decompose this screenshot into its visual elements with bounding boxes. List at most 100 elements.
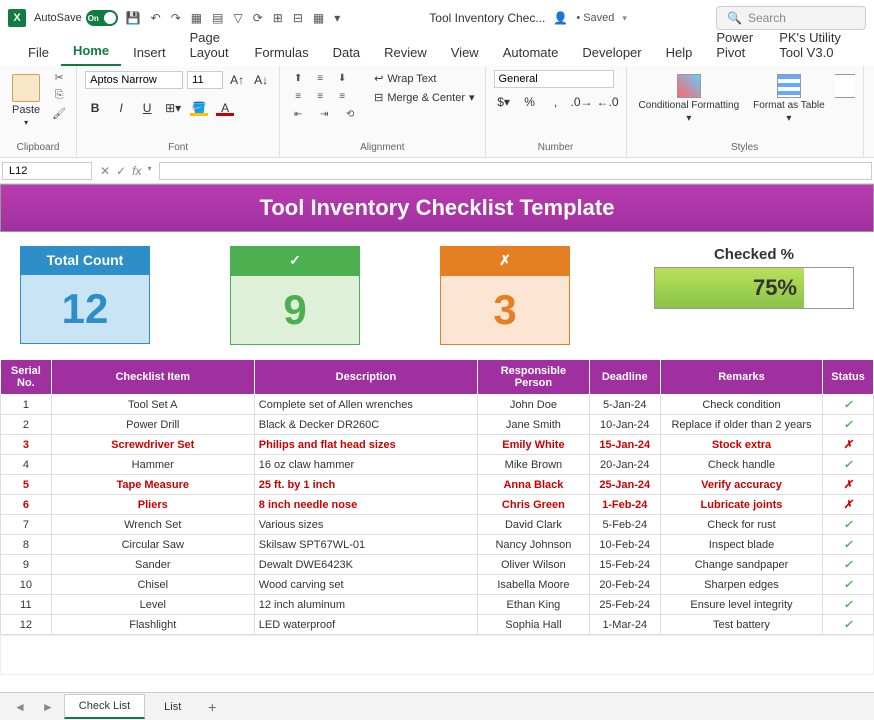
cell-desc[interactable]: Skilsaw SPT67WL-01 xyxy=(254,535,477,555)
cell-serial[interactable]: 8 xyxy=(1,535,52,555)
cell-styles-button[interactable] xyxy=(835,70,855,102)
toggle-switch[interactable]: On xyxy=(86,10,118,26)
tab-view[interactable]: View xyxy=(439,39,491,66)
cell-person[interactable]: David Clark xyxy=(478,515,590,535)
tab-home[interactable]: Home xyxy=(61,37,121,66)
align-bottom-icon[interactable]: ⬇ xyxy=(332,70,352,86)
cell-status[interactable]: ✓ xyxy=(823,415,874,435)
chevron-down-icon[interactable]: ▾ xyxy=(622,13,627,24)
cell-item[interactable]: Level xyxy=(51,595,254,615)
cell-item[interactable]: Hammer xyxy=(51,455,254,475)
font-color-button[interactable]: A xyxy=(215,98,235,118)
tab-developer[interactable]: Developer xyxy=(570,39,653,66)
cell-item[interactable]: Power Drill xyxy=(51,415,254,435)
cell-status[interactable]: ✓ xyxy=(823,455,874,475)
cell-desc[interactable]: LED waterproof xyxy=(254,615,477,635)
tab-automate[interactable]: Automate xyxy=(491,39,571,66)
cell-person[interactable]: Sophia Hall xyxy=(478,615,590,635)
cell-person[interactable]: Isabella Moore xyxy=(478,575,590,595)
cell-status[interactable]: ✓ xyxy=(823,535,874,555)
indent-icon[interactable]: ⇥ xyxy=(314,106,334,122)
tab-power-pivot[interactable]: Power Pivot xyxy=(704,24,767,66)
worksheet[interactable]: Tool Inventory Checklist Template Total … xyxy=(0,184,874,675)
cell-desc[interactable]: 16 oz claw hammer xyxy=(254,455,477,475)
table-row[interactable]: 2Power DrillBlack & Decker DR260CJane Sm… xyxy=(1,415,874,435)
qat-icon[interactable]: ▾ xyxy=(334,11,340,25)
align-center-icon[interactable]: ≡ xyxy=(310,88,330,104)
table-row[interactable]: 8Circular SawSkilsaw SPT67WL-01Nancy Joh… xyxy=(1,535,874,555)
cell-person[interactable]: Nancy Johnson xyxy=(478,535,590,555)
add-sheet-button[interactable]: + xyxy=(200,695,224,719)
cell-desc[interactable]: Dewalt DWE6423K xyxy=(254,555,477,575)
cell-desc[interactable]: 8 inch needle nose xyxy=(254,495,477,515)
cell-deadline[interactable]: 25-Jan-24 xyxy=(589,475,660,495)
font-name-select[interactable] xyxy=(85,71,183,89)
cell-item[interactable]: Pliers xyxy=(51,495,254,515)
cell-remarks[interactable]: Sharpen edges xyxy=(660,575,822,595)
cell-remarks[interactable]: Verify accuracy xyxy=(660,475,822,495)
paste-button[interactable]: Paste ▾ xyxy=(8,70,44,131)
sheet-tab-list[interactable]: List xyxy=(149,695,196,719)
align-left-icon[interactable]: ≡ xyxy=(288,88,308,104)
col-person[interactable]: Responsible Person xyxy=(478,360,590,395)
format-as-table-button[interactable]: Format as Table ▾ xyxy=(749,70,829,128)
number-format-select[interactable] xyxy=(494,70,614,88)
table-row[interactable]: 6Pliers8 inch needle noseChris Green1-Fe… xyxy=(1,495,874,515)
cell-remarks[interactable]: Check condition xyxy=(660,395,822,415)
cell-remarks[interactable]: Test battery xyxy=(660,615,822,635)
col-serial[interactable]: Serial No. xyxy=(1,360,52,395)
increase-decimal-icon[interactable]: .0→ xyxy=(572,92,592,112)
tab-review[interactable]: Review xyxy=(372,39,439,66)
cell-deadline[interactable]: 1-Mar-24 xyxy=(589,615,660,635)
cell-deadline[interactable]: 5-Jan-24 xyxy=(589,395,660,415)
cell-status[interactable]: ✓ xyxy=(823,615,874,635)
cell-status[interactable]: ✓ xyxy=(823,515,874,535)
cancel-formula-icon[interactable]: ✕ xyxy=(100,164,110,178)
cell-status[interactable]: ✓ xyxy=(823,555,874,575)
col-deadline[interactable]: Deadline xyxy=(589,360,660,395)
italic-button[interactable]: I xyxy=(111,98,131,118)
shrink-font-icon[interactable]: A↓ xyxy=(251,70,271,90)
qat-icon[interactable]: ▽ xyxy=(233,11,242,25)
cut-icon[interactable]: ✂ xyxy=(50,70,68,84)
cell-item[interactable]: Sander xyxy=(51,555,254,575)
sheet-tab-checklist[interactable]: Check List xyxy=(64,694,145,719)
cell-serial[interactable]: 3 xyxy=(1,435,52,455)
cell-serial[interactable]: 12 xyxy=(1,615,52,635)
cell-person[interactable]: Mike Brown xyxy=(478,455,590,475)
table-row[interactable]: 7Wrench SetVarious sizesDavid Clark5-Feb… xyxy=(1,515,874,535)
font-size-select[interactable] xyxy=(187,71,223,89)
table-row[interactable]: 11Level12 inch aluminumEthan King25-Feb-… xyxy=(1,595,874,615)
cell-remarks[interactable]: Inspect blade xyxy=(660,535,822,555)
cell-deadline[interactable]: 15-Feb-24 xyxy=(589,555,660,575)
col-item[interactable]: Checklist Item xyxy=(51,360,254,395)
cell-person[interactable]: John Doe xyxy=(478,395,590,415)
qat-icon[interactable]: ⊞ xyxy=(273,11,283,25)
cell-status[interactable]: ✓ xyxy=(823,395,874,415)
prev-sheet-icon[interactable]: ◄ xyxy=(8,698,32,716)
cell-item[interactable]: Circular Saw xyxy=(51,535,254,555)
col-remarks[interactable]: Remarks xyxy=(660,360,822,395)
table-row[interactable]: 3Screwdriver SetPhilips and flat head si… xyxy=(1,435,874,455)
tab-data[interactable]: Data xyxy=(321,39,372,66)
cell-remarks[interactable]: Change sandpaper xyxy=(660,555,822,575)
undo-icon[interactable]: ↶ xyxy=(151,11,161,25)
cell-person[interactable]: Jane Smith xyxy=(478,415,590,435)
col-desc[interactable]: Description xyxy=(254,360,477,395)
cell-serial[interactable]: 4 xyxy=(1,455,52,475)
redo-icon[interactable]: ↷ xyxy=(171,11,181,25)
cell-deadline[interactable]: 1-Feb-24 xyxy=(589,495,660,515)
user-icon[interactable]: 👤 xyxy=(553,11,568,25)
cell-deadline[interactable]: 25-Feb-24 xyxy=(589,595,660,615)
copy-icon[interactable]: ⎘ xyxy=(50,88,68,102)
table-row[interactable]: 12FlashlightLED waterproofSophia Hall1-M… xyxy=(1,615,874,635)
cell-deadline[interactable]: 20-Feb-24 xyxy=(589,575,660,595)
cell-status[interactable]: ✓ xyxy=(823,595,874,615)
tab-utility[interactable]: PK's Utility Tool V3.0 xyxy=(767,24,858,66)
cell-item[interactable]: Flashlight xyxy=(51,615,254,635)
cell-item[interactable]: Wrench Set xyxy=(51,515,254,535)
cell-item[interactable]: Chisel xyxy=(51,575,254,595)
cell-remarks[interactable]: Stock extra xyxy=(660,435,822,455)
qat-icon[interactable]: ▦ xyxy=(313,11,324,25)
border-button[interactable]: ⊞▾ xyxy=(163,98,183,118)
